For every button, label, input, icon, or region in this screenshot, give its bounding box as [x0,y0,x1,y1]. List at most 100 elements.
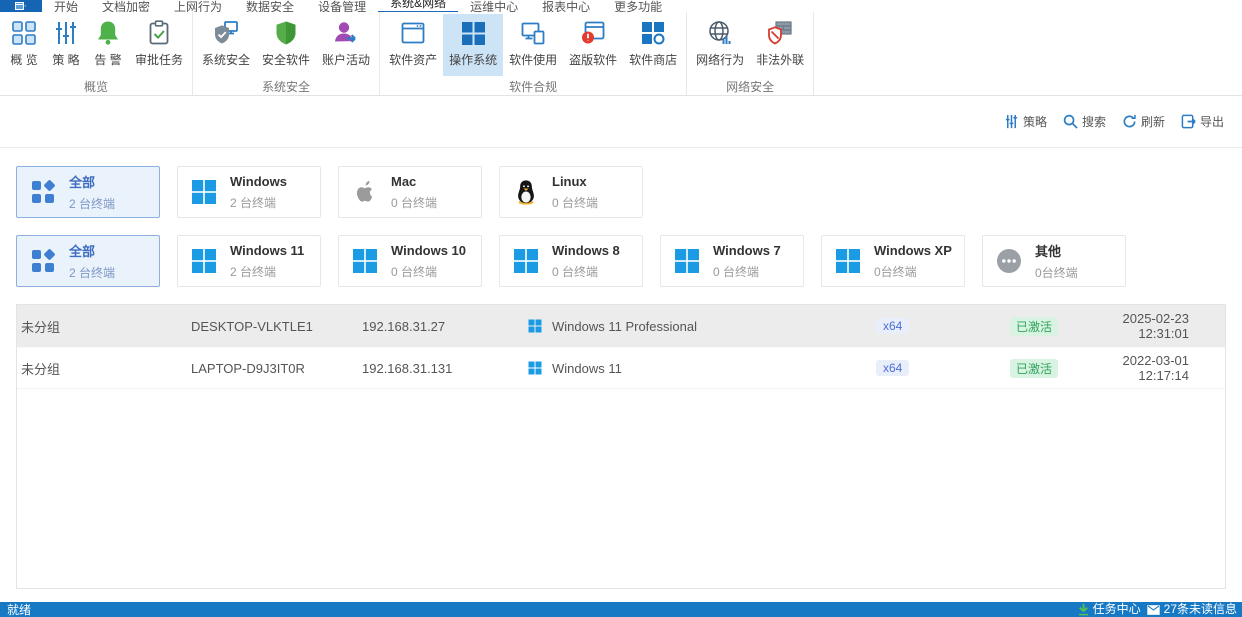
windows-logo-icon [528,319,542,333]
system-security-icon [212,19,240,47]
tab-system-network[interactable]: 系统&网络 [378,0,458,12]
ribbon-item-software-store[interactable]: 软件商店 [623,14,683,76]
tab-doc-encryption[interactable]: 文档加密 [90,0,162,12]
ribbon-item-software-usage[interactable]: 软件使用 [503,14,563,76]
menu-bar: 开始 文档加密 上网行为 数据安全 设备管理 系统&网络 运维中心 报表中心 更… [0,0,1242,12]
ribbon-item-label: 策 略 [52,51,79,68]
ribbon-item-pirated-software[interactable]: 盗版软件 [563,14,623,76]
pirated-software-icon [579,19,607,47]
ribbon-item-label: 账户活动 [322,51,370,68]
ribbon-item-label: 告 警 [94,51,121,68]
table-row[interactable]: 未分组 LAPTOP-D9J3IT0R 192.168.31.131 Windo… [17,347,1225,389]
windows-logo-icon [190,178,218,206]
filter-title: Mac [391,174,416,189]
table-row[interactable]: 未分组 DESKTOP-VLKTLE1 192.168.31.27 Window… [17,305,1225,347]
filter-title: Windows 7 [713,243,781,258]
status-ready-text: 就绪 [7,601,31,617]
tab-data-security[interactable]: 数据安全 [234,0,306,12]
activation-badge: 已激活 [1010,359,1058,378]
task-center-button[interactable]: 任务中心 [1078,602,1141,617]
filter-card-windows-8[interactable]: Windows 80 台终端 [499,235,643,287]
download-arrow-icon [1078,604,1089,616]
illegal-outreach-icon [766,19,794,47]
tab-web-behavior[interactable]: 上网行为 [162,0,234,12]
ribbon: 概 览 策 略 告 警 [0,12,1242,96]
filter-card-windows[interactable]: Windows2 台终端 [177,166,321,218]
app-menu-button[interactable] [0,0,42,12]
all-shapes-icon [29,247,57,275]
tab-ops-center[interactable]: 运维中心 [458,0,530,12]
tab-more-features[interactable]: 更多功能 [602,0,674,12]
tab-home[interactable]: 开始 [42,0,90,12]
policy-tool-button[interactable]: 策略 [1004,113,1047,130]
policy-icon [52,19,80,47]
filter-title: 全部 [69,175,95,190]
terminal-table: 未分组 DESKTOP-VLKTLE1 192.168.31.27 Window… [16,304,1226,589]
ribbon-item-label: 软件使用 [509,51,557,68]
ribbon-item-label: 安全软件 [262,51,310,68]
ribbon-group-label: 系统安全 [196,76,376,100]
apple-logo-icon [351,178,379,206]
filter-card-mac[interactable]: Mac0 台终端 [338,166,482,218]
filter-card-other[interactable]: 其他0台终端 [982,235,1126,287]
ribbon-item-software-asset[interactable]: 软件资产 [383,14,443,76]
sliders-icon [1004,114,1019,129]
filter-count: 2 台终端 [230,263,304,280]
network-behavior-icon [706,19,734,47]
refresh-tool-label: 刷新 [1141,113,1165,130]
filter-count: 2 台终端 [69,195,115,212]
search-tool-button[interactable]: 搜索 [1063,113,1106,130]
ribbon-item-policy[interactable]: 策 略 [45,14,87,76]
cell-os: Windows 11 Professional [528,319,876,334]
unread-messages-button[interactable]: 27条未读信息 [1147,602,1237,617]
cell-hostname: LAPTOP-D9J3IT0R [191,361,362,376]
ribbon-item-account-activity[interactable]: 账户活动 [316,14,376,76]
ribbon-item-security-software[interactable]: 安全软件 [256,14,316,76]
ribbon-item-os[interactable]: 操作系统 [443,14,503,76]
windows-logo-icon [528,361,542,375]
ribbon-item-network-behavior[interactable]: 网络行为 [690,14,750,76]
filter-card-windows-10[interactable]: Windows 100 台终端 [338,235,482,287]
ribbon-item-illegal-outreach[interactable]: 非法外联 [750,14,810,76]
filter-card-windows-7[interactable]: Windows 70 台终端 [660,235,804,287]
ribbon-item-label: 概 览 [10,51,37,68]
window-icon [15,2,27,11]
filter-card-all-versions[interactable]: 全部2 台终端 [16,235,160,287]
ribbon-item-approval[interactable]: 审批任务 [129,14,189,76]
ribbon-item-label: 软件资产 [389,51,437,68]
tab-device-management[interactable]: 设备管理 [306,0,378,12]
cell-ip: 192.168.31.131 [362,361,528,376]
filter-title: Linux [552,174,587,189]
export-icon [1181,114,1196,129]
ribbon-item-overview[interactable]: 概 览 [3,14,45,76]
refresh-tool-button[interactable]: 刷新 [1122,113,1165,130]
windows-logo-icon [834,247,862,275]
export-tool-button[interactable]: 导出 [1181,113,1224,130]
cell-time: 2022-03-01 12:17:14 [1105,353,1225,383]
ribbon-item-alert[interactable]: 告 警 [87,14,129,76]
filter-count: 0 台终端 [391,263,466,280]
tab-report-center[interactable]: 报表中心 [530,0,602,12]
os-icon [459,19,487,47]
ribbon-item-label: 网络行为 [696,51,744,68]
software-usage-icon [519,19,547,47]
cell-activation: 已激活 [1010,317,1105,336]
filter-card-windows-11[interactable]: Windows 112 台终端 [177,235,321,287]
ribbon-group-label: 网络安全 [690,76,810,100]
filter-card-windows-xp[interactable]: Windows XP0台终端 [821,235,965,287]
all-shapes-icon [29,178,57,206]
windows-logo-icon [512,247,540,275]
filter-card-linux[interactable]: Linux0 台终端 [499,166,643,218]
filter-count: 0 台终端 [552,263,620,280]
account-activity-icon [332,19,360,47]
ribbon-item-label: 非法外联 [756,51,804,68]
ribbon-item-system-security[interactable]: 系统安全 [196,14,256,76]
filter-card-all-os[interactable]: 全部 2 台终端 [16,166,160,218]
refresh-icon [1122,114,1137,129]
os-name: Windows 11 Professional [552,319,697,334]
filter-count: 0台终端 [1035,264,1078,281]
cell-arch: x64 [876,318,1010,334]
message-icon [1147,605,1160,615]
version-filter-row: 全部2 台终端 Windows 112 台终端 Windows 100 台终端 … [16,235,1226,287]
cell-hostname: DESKTOP-VLKTLE1 [191,319,362,334]
